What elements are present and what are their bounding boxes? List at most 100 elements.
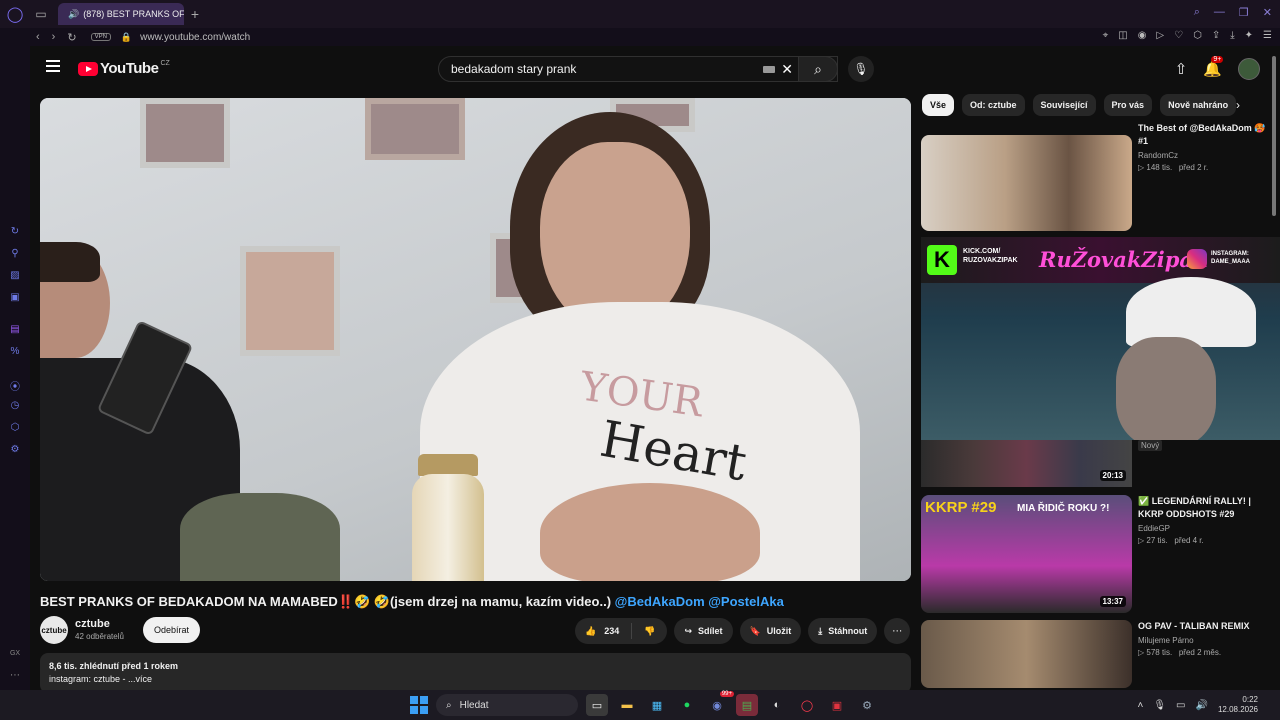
hamburger-menu-icon[interactable] bbox=[46, 60, 60, 72]
aria-icon[interactable]: ✦ bbox=[1245, 30, 1253, 41]
stream-overlay-popup[interactable]: K KICK.COM/ RUZOVAKZIPAK RuŽovakZipak IN… bbox=[921, 237, 1280, 440]
extensions-sidebar-icon[interactable]: ⬡ bbox=[9, 422, 21, 434]
share-icon[interactable]: ⇪ bbox=[1212, 30, 1220, 41]
video-player[interactable]: YOUR Heart bbox=[40, 98, 911, 581]
recommendation-thumbnail[interactable] bbox=[921, 135, 1132, 231]
heart-icon[interactable]: ♡ bbox=[1174, 30, 1183, 41]
ai-icon[interactable]: ▨ bbox=[9, 270, 21, 282]
new-tab-button[interactable]: + bbox=[188, 6, 202, 22]
menu-icon[interactable]: ☰ bbox=[1263, 30, 1272, 41]
volume-icon[interactable]: 🔊 bbox=[1196, 700, 1208, 711]
spotify-icon[interactable]: ● bbox=[676, 694, 698, 716]
bag-icon[interactable]: ⚲ bbox=[9, 248, 21, 260]
extensions-icon[interactable]: ⬡ bbox=[1193, 30, 1202, 41]
tab-title: (878) BEST PRANKS OF bbox=[83, 9, 184, 19]
keyboard-icon[interactable] bbox=[763, 66, 775, 73]
clear-search-icon[interactable]: ✕ bbox=[781, 61, 793, 78]
subscribe-button[interactable]: Odebírat bbox=[143, 617, 200, 643]
channel-name[interactable]: cztube bbox=[75, 618, 110, 630]
tray-mic-icon[interactable]: 🎙 bbox=[1153, 700, 1166, 711]
recommendation-thumbnail[interactable] bbox=[921, 620, 1132, 688]
windows-start-icon[interactable] bbox=[410, 696, 428, 714]
snapshot-icon[interactable]: ◫ bbox=[1118, 30, 1127, 41]
settings-icon[interactable]: ⚙ bbox=[9, 444, 21, 456]
discount-icon[interactable]: % bbox=[9, 346, 21, 358]
taskbar-search[interactable]: ⌕ Hledat bbox=[436, 694, 578, 716]
lock-icon[interactable]: 🔒 bbox=[121, 32, 132, 43]
recommendation-channel[interactable]: RandomCz bbox=[1138, 151, 1273, 160]
share-button[interactable]: ↪ Sdílet bbox=[674, 618, 733, 644]
clock[interactable]: 0:22 12.08.2026 bbox=[1218, 695, 1258, 715]
speaker-icon[interactable]: 🔊 bbox=[68, 9, 79, 20]
minimize-icon[interactable]: — bbox=[1214, 6, 1225, 19]
chips-next-icon[interactable]: › bbox=[1236, 98, 1240, 112]
chip-from-channel[interactable]: Od: cztube bbox=[962, 94, 1025, 116]
task-view-icon[interactable]: ▭ bbox=[586, 694, 608, 716]
account-avatar[interactable] bbox=[1238, 58, 1260, 80]
recommendation-item[interactable]: The Best of @BedAkaDom 🥵 #1 RandomCz ▷ 1… bbox=[921, 122, 1271, 240]
player-sidebar-icon[interactable]: ⦿ bbox=[9, 378, 21, 393]
tab-overview-icon[interactable]: ▭ bbox=[30, 7, 52, 21]
chip-for-you[interactable]: Pro vás bbox=[1103, 94, 1153, 116]
twitch-icon[interactable]: ▤ bbox=[9, 324, 21, 336]
chip-recently-uploaded[interactable]: Nově nahráno bbox=[1160, 94, 1237, 116]
close-window-icon[interactable]: ✕ bbox=[1263, 6, 1272, 19]
maximize-icon[interactable]: ❐ bbox=[1239, 6, 1249, 19]
file-explorer-icon[interactable]: ▬ bbox=[616, 694, 638, 716]
upload-icon[interactable]: ⇧ bbox=[1175, 60, 1188, 78]
search-tabs-icon[interactable]: ⌕ bbox=[1194, 6, 1200, 19]
browser-tab-youtube[interactable]: 🔊 (878) BEST PRANKS OF bbox=[58, 3, 184, 25]
recommendation-item[interactable]: OG PAV - TALIBAN REMIX Milujeme Párno ▷ … bbox=[921, 620, 1271, 688]
messenger-icon[interactable]: ▣ bbox=[9, 292, 21, 304]
gx-label[interactable]: GX bbox=[9, 650, 21, 662]
description-box[interactable]: 8,6 tis. zhlédnutí před 1 rokem instagra… bbox=[40, 653, 911, 693]
download-icon[interactable]: ⤓ bbox=[1230, 30, 1234, 41]
refresh-sidebar-icon[interactable]: ↻ bbox=[9, 226, 21, 238]
recommendation-channel[interactable]: Milujeme Párno bbox=[1138, 636, 1273, 645]
back-icon[interactable]: ‹ bbox=[36, 31, 40, 44]
save-button[interactable]: 🔖 Uložit bbox=[739, 618, 802, 644]
sheets-icon[interactable]: ▤ bbox=[736, 694, 758, 716]
chip-related[interactable]: Související bbox=[1032, 94, 1096, 116]
recommendation-channel[interactable]: EddieGP bbox=[1138, 524, 1273, 533]
pin-icon[interactable]: ⌖ bbox=[1103, 30, 1109, 41]
reload-icon[interactable]: ↻ bbox=[67, 31, 76, 44]
more-sidebar-icon[interactable]: ⋯ bbox=[9, 670, 21, 682]
history-icon[interactable]: ◷ bbox=[9, 400, 21, 412]
opera-logo-icon[interactable]: ◯ bbox=[0, 0, 30, 28]
discord-icon[interactable]: ◉ 99+ bbox=[706, 691, 734, 716]
recommendation-item[interactable]: KKRP #29 MIA ŘIDIČ ROKU ?! 13:37 ✅ LEGEN… bbox=[921, 495, 1271, 613]
recommendation-title[interactable]: OG PAV - TALIBAN REMIX bbox=[1138, 620, 1273, 633]
download-button[interactable]: ⤓ Stáhnout bbox=[808, 618, 878, 644]
like-button[interactable]: 👍 234 bbox=[575, 623, 633, 639]
dislike-button[interactable]: 👎 bbox=[632, 626, 667, 637]
search-button[interactable]: ⌕ bbox=[798, 56, 838, 82]
forward-icon[interactable]: › bbox=[52, 31, 56, 44]
player-icon[interactable]: ▷ bbox=[1156, 30, 1164, 41]
recommendation-thumbnail[interactable]: 20:13 bbox=[921, 440, 1132, 487]
scrollbar-thumb[interactable] bbox=[1272, 56, 1276, 216]
tray-chevron-icon[interactable]: ˄ bbox=[1138, 700, 1144, 711]
store-icon[interactable]: ▦ bbox=[646, 694, 668, 716]
steam-icon[interactable]: ◐ bbox=[766, 694, 788, 716]
youtube-logo[interactable]: YouTube CZ bbox=[78, 60, 170, 77]
settings-app-icon[interactable]: ⚙ bbox=[856, 694, 878, 716]
recommendation-title[interactable]: ✅ LEGENDÁRNÍ RALLY! | KKRP ODDSHOTS #29 bbox=[1138, 495, 1273, 521]
chat-app-icon[interactable]: ▣ bbox=[826, 694, 848, 716]
chip-all[interactable]: Vše bbox=[922, 94, 955, 116]
clock-time: 0:22 bbox=[1242, 695, 1258, 704]
voice-search-button[interactable]: 🎙 bbox=[848, 56, 874, 82]
url-field[interactable]: www.youtube.com/watch bbox=[140, 32, 250, 43]
channel-avatar[interactable]: cztube bbox=[40, 616, 68, 644]
search-input[interactable]: bedakadom stary prank ✕ bbox=[438, 56, 838, 82]
network-icon[interactable]: ▭ bbox=[1176, 700, 1185, 711]
page-scrollbar[interactable] bbox=[1270, 52, 1278, 686]
more-actions-button[interactable]: ⋯ bbox=[884, 618, 911, 644]
recommendation-title[interactable]: The Best of @BedAkaDom 🥵 #1 bbox=[1138, 122, 1273, 148]
camera-icon[interactable]: ◉ bbox=[1138, 30, 1147, 41]
recommendation-thumbnail[interactable]: KKRP #29 MIA ŘIDIČ ROKU ?! 13:37 bbox=[921, 495, 1132, 613]
opera-gx-icon[interactable]: ◯ bbox=[796, 694, 818, 716]
video-title-tags[interactable]: @BedAkaDom @PostelAka bbox=[615, 594, 784, 609]
notifications-button[interactable]: 🔔 9+ bbox=[1203, 56, 1224, 78]
vpn-badge[interactable]: VPN bbox=[90, 33, 111, 41]
